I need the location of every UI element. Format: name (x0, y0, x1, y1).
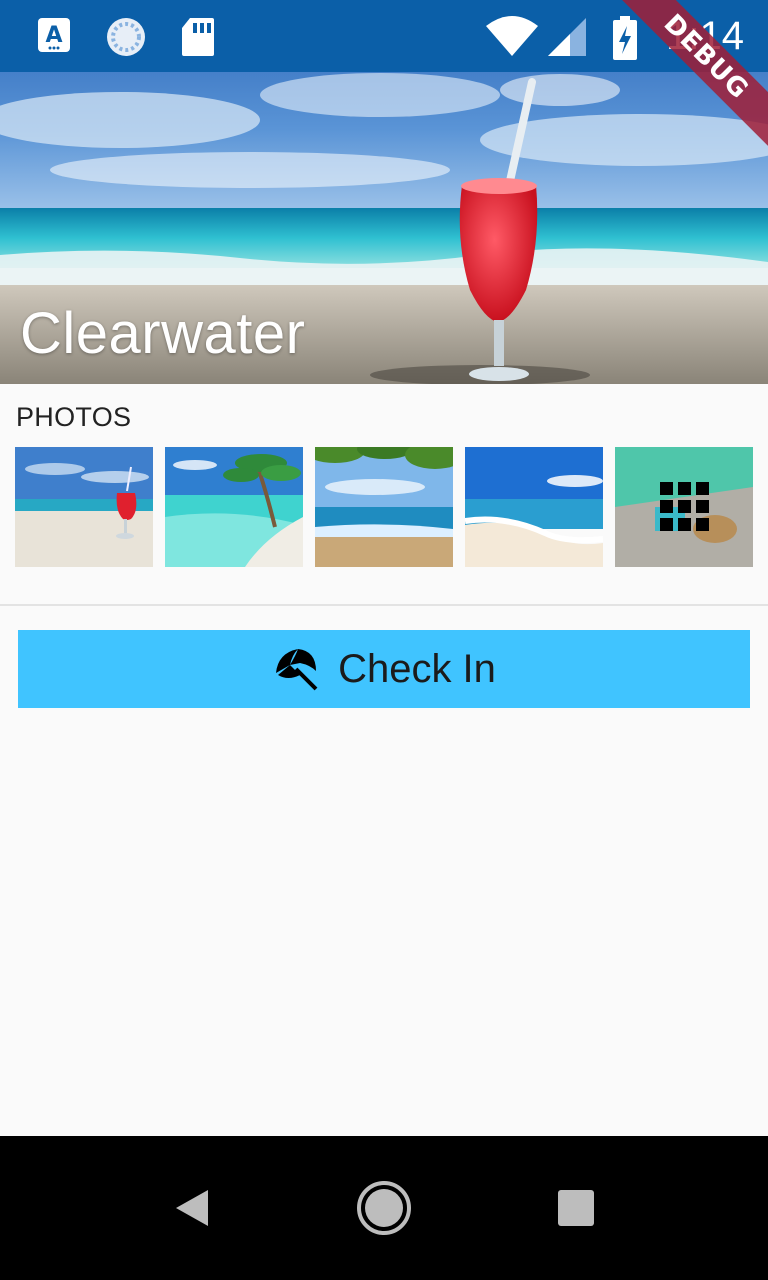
accessibility-text-icon: A (38, 18, 70, 52)
photo-thumbnail-palm-tree-lagoon[interactable] (165, 447, 303, 567)
back-icon[interactable] (172, 1188, 212, 1228)
home-icon[interactable] (356, 1180, 412, 1236)
check-in-button[interactable]: Check In (18, 630, 750, 708)
signal-icon (548, 18, 586, 56)
check-in-label: Check In (338, 646, 496, 691)
section-divider (0, 604, 768, 606)
svg-text:A: A (45, 23, 62, 48)
battery-charging-icon (613, 16, 637, 60)
beach-umbrella-icon (276, 649, 318, 691)
photo-thumbnail-wave-on-shore[interactable] (465, 447, 603, 567)
photos-heading: PHOTOS (16, 402, 132, 432)
hero-title: Clearwater (20, 301, 306, 366)
view-all-grid-icon (660, 482, 709, 531)
sync-icon (107, 18, 145, 56)
system-nav-bar (0, 1136, 768, 1280)
photo-thumbnail-pool-view-all[interactable] (615, 447, 753, 567)
photo-thumbnail-beach-under-leaves[interactable] (315, 447, 453, 567)
recents-icon[interactable] (558, 1190, 594, 1226)
wifi-icon (486, 16, 538, 56)
photo-thumbnail-drink-on-beach[interactable] (15, 447, 153, 567)
sd-card-icon (182, 18, 214, 56)
